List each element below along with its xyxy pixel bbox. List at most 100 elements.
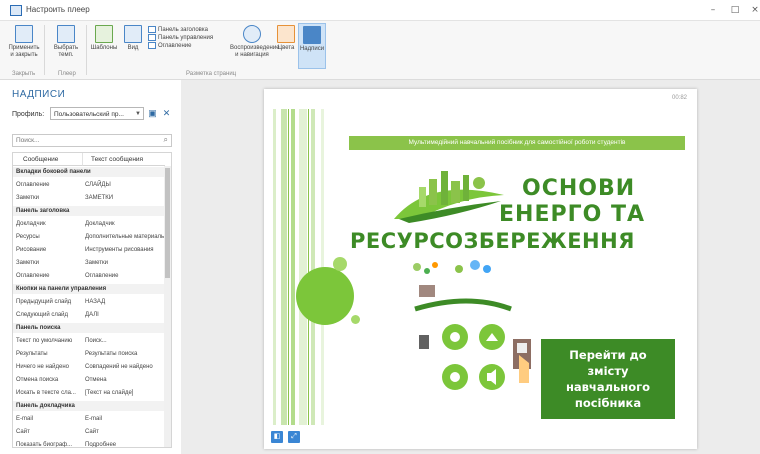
table-group-row[interactable]: Вкладки боковой панели [13, 167, 165, 177]
profile-dropdown[interactable]: Пользовательский пр... ▼ [50, 107, 144, 120]
table-row[interactable]: Оглавление Оглавление [13, 271, 165, 281]
decor-stripe [299, 109, 307, 425]
preview-area: 00:82 Мультимедійний навчальний посібник… [181, 80, 760, 454]
close-button[interactable]: × [748, 3, 760, 17]
message-key: Докладчик [16, 221, 46, 227]
ribbon-separator [44, 25, 45, 75]
table-row[interactable]: Искать в тексте сла... [Текст на слайде] [13, 388, 165, 398]
profile-label: Профиль: [12, 111, 45, 118]
captions-button[interactable]: Надписи [298, 23, 326, 69]
group-label: Панель заголовка [16, 208, 70, 214]
table-row[interactable]: Показать биограф... Подробнее [13, 440, 165, 448]
table-row[interactable]: Докладчик Докладчик [13, 219, 165, 229]
decor-circle [333, 257, 347, 271]
table-group-row[interactable]: Панель заголовка [13, 206, 165, 216]
search-icon: ⌕ [163, 135, 168, 144]
table-row[interactable]: Заметки Заметки [13, 258, 165, 268]
message-text[interactable]: Дополнительные материалы [85, 232, 165, 242]
table-row[interactable]: Рисование Инструменты рисования [13, 245, 165, 255]
message-key: Показать биограф... [16, 442, 73, 448]
slide-canvas: Мультимедійний навчальний посібник для с… [269, 109, 692, 425]
message-text[interactable]: Подробнее [85, 440, 165, 447]
goto-contents-button[interactable]: Перейти до змісту навчального посібника [541, 339, 675, 419]
table-row[interactable]: Отмена поиска Отмена [13, 375, 165, 385]
message-key: E-mail [16, 416, 34, 422]
message-text[interactable]: [Текст на слайде] [85, 388, 165, 398]
message-text[interactable]: Докладчик [85, 219, 165, 229]
vertical-scrollbar[interactable] [164, 166, 171, 447]
table-row[interactable]: Заметки ЗАМЕТКИ [13, 193, 165, 203]
message-text[interactable]: Заметки [85, 258, 165, 268]
table-row[interactable]: Следующий слайд ДАЛІ [13, 310, 165, 320]
table-group-row[interactable]: Панель докладчика [13, 401, 165, 411]
table-group-row[interactable]: Кнопки на панели управления [13, 284, 165, 294]
control-panel-checkbox[interactable]: Панель управления [148, 34, 218, 42]
apply-close-button[interactable]: Применить и закрыть [8, 23, 40, 67]
table-row[interactable]: Предыдущий слайд НАЗАД [13, 297, 165, 307]
ribbon-toolbar: Применить и закрыть Выбрать темп. Шаблон… [0, 21, 760, 80]
maximize-button[interactable]: □ [728, 3, 742, 17]
table-row[interactable]: Сайт Сайт [13, 427, 165, 437]
decor-stripe [281, 109, 287, 425]
message-text[interactable]: Совпадений не найдено [85, 362, 165, 372]
decor-line [308, 109, 309, 425]
templates-button[interactable]: Шаблоны [90, 23, 118, 67]
search-input[interactable] [13, 135, 159, 146]
apply-icon [15, 25, 33, 43]
captions-icon [303, 26, 321, 44]
playback-icon [243, 25, 261, 43]
table-row[interactable]: Результаты Результаты поиска [13, 349, 165, 359]
message-text[interactable]: СЛАЙДЫ [85, 180, 165, 190]
toc-checkbox[interactable]: Оглавление [148, 42, 218, 50]
colors-button[interactable]: Цвета [276, 23, 296, 67]
message-key: Заметки [16, 260, 39, 266]
table-group-row[interactable]: Панель поиска [13, 323, 165, 333]
minimize-button[interactable]: – [706, 3, 720, 17]
templates-icon [95, 25, 113, 43]
table-row[interactable]: Ничего не найдено Совпадений не найдено [13, 362, 165, 372]
profile-value: Пользовательский пр... [54, 111, 124, 118]
title-panel-checkbox[interactable]: Панель заголовка [148, 26, 218, 34]
save-profile-icon[interactable]: ▣ [147, 108, 158, 119]
checkbox-icon [148, 34, 156, 41]
playback-navigation-button[interactable]: Воспроизведение и навигация [230, 23, 280, 67]
message-text[interactable]: E-mail [85, 414, 165, 424]
message-key: Заметки [16, 195, 39, 201]
message-text[interactable]: Оглавление [85, 271, 165, 281]
apply-close-label: Применить и закрыть [8, 45, 40, 58]
table-row[interactable]: Оглавление СЛАЙДЫ [13, 180, 165, 190]
message-text[interactable]: Инструменты рисования [85, 245, 165, 255]
message-key: Оглавление [16, 273, 50, 279]
sidebar-toggle-icon[interactable]: ◧ [271, 431, 283, 443]
table-row[interactable]: E-mail E-mail [13, 414, 165, 424]
message-text[interactable]: Результаты поиска [85, 349, 165, 359]
delete-profile-icon[interactable]: ✕ [161, 108, 172, 119]
column-header-message[interactable]: Сообщение [13, 153, 83, 166]
table-row[interactable]: Текст по умолчанию Поиск... [13, 336, 165, 346]
search-field[interactable]: ⌕ [12, 134, 172, 147]
select-theme-button[interactable]: Выбрать темп. [50, 23, 82, 67]
player-preview: 00:82 Мультимедійний навчальний посібник… [264, 89, 697, 449]
select-theme-label: Выбрать темп. [53, 45, 79, 58]
message-text[interactable]: Отмена [85, 375, 165, 385]
message-text[interactable]: Сайт [85, 427, 165, 437]
message-text[interactable]: Поиск... [85, 336, 165, 346]
view-button[interactable]: Вид [122, 23, 144, 67]
scrollbar-thumb[interactable] [165, 168, 170, 278]
table-row[interactable]: Ресурсы Дополнительные материалы [13, 232, 165, 242]
message-key: Рисование [16, 247, 47, 253]
slide-title-line3: РЕСУРСОЗБЕРЕЖЕННЯ [350, 229, 635, 253]
group-label: Панель докладчика [16, 403, 75, 409]
message-text[interactable]: ЗАМЕТКИ [85, 193, 165, 203]
checkbox-icon [148, 42, 156, 49]
toc-label: Оглавление [158, 43, 192, 50]
message-text[interactable]: НАЗАД [85, 297, 165, 307]
message-text[interactable]: ДАЛІ [85, 310, 165, 320]
title-panel-label: Панель заголовка [158, 27, 208, 34]
captions-panel: НАДПИСИ Профиль: Пользовательский пр... … [8, 86, 176, 448]
group-label-layout: Разметка страниц [186, 71, 237, 77]
column-header-message-text[interactable]: Текст сообщения [83, 153, 165, 166]
message-key: Сайт [16, 429, 30, 435]
message-key: Предыдущий слайд [16, 299, 72, 305]
fullscreen-icon[interactable]: ⤢ [288, 431, 300, 443]
